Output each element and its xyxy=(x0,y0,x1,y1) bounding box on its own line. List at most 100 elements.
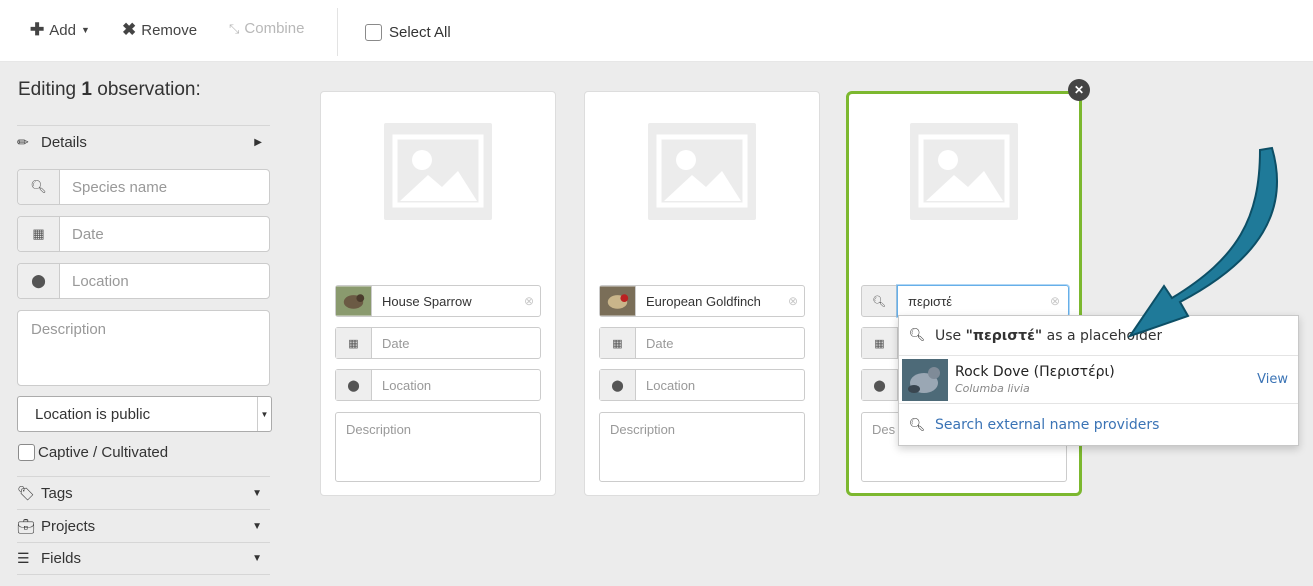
taxon-thumbnail xyxy=(902,358,948,401)
taxon-result-rock-dove[interactable]: Rock Dove (Περιστέρι) Columba livia View xyxy=(899,356,1298,404)
use-term: "περιστέ" xyxy=(965,327,1043,344)
species-field[interactable]: House Sparrow ⊗ xyxy=(335,285,541,317)
times-icon: ✖ xyxy=(122,20,137,39)
map-marker-icon: ⬤ xyxy=(18,264,60,298)
map-marker-icon: ⬤ xyxy=(336,370,372,400)
search-icon: 🔍︎ xyxy=(908,328,926,343)
description-placeholder: Description xyxy=(610,422,676,437)
use-prefix: Use xyxy=(935,327,966,344)
select-all-label: Select All xyxy=(389,24,451,41)
image-placeholder-icon xyxy=(656,134,748,208)
remove-button[interactable]: ✖ Remove xyxy=(122,20,197,40)
description-placeholder: Description xyxy=(346,422,412,437)
species-field[interactable]: European Goldfinch ⊗ xyxy=(599,285,805,317)
species-name-field[interactable]: 🔍︎ Species name xyxy=(17,169,270,205)
use-as-placeholder-option[interactable]: 🔍︎ Use "περιστέ" as a placeholder xyxy=(899,316,1298,356)
date-field[interactable]: ▦ Date xyxy=(335,327,541,359)
taxon-names: Rock Dove (Περιστέρι) Columba livia xyxy=(955,364,1115,395)
tags-section-toggle[interactable]: 🏷︎ Tags ▼ xyxy=(17,476,270,509)
clear-icon[interactable]: ⊗ xyxy=(518,286,540,316)
species-input[interactable]: House Sparrow xyxy=(372,286,518,316)
combine-button[interactable]: ⤡ Combine xyxy=(229,20,304,37)
description-textarea[interactable]: Description xyxy=(17,310,270,386)
observation-card[interactable]: House Sparrow ⊗ ▦ Date ⬤ Location Descri… xyxy=(320,91,556,496)
date-field[interactable]: ▦ Date xyxy=(599,327,805,359)
projects-label: Projects xyxy=(41,517,96,535)
select-all-checkbox[interactable] xyxy=(365,24,382,41)
caret-right-icon: ▶ xyxy=(254,136,262,148)
description-placeholder: Description xyxy=(31,321,107,338)
editing-prefix: Editing xyxy=(18,79,77,100)
photo-placeholder[interactable] xyxy=(648,123,756,220)
location-input[interactable]: Location xyxy=(60,264,269,298)
description-textarea[interactable]: Description xyxy=(599,412,805,482)
remove-label: Remove xyxy=(141,21,198,39)
image-placeholder-icon xyxy=(392,134,484,208)
species-input[interactable]: European Goldfinch xyxy=(636,286,782,316)
date-input[interactable]: Date xyxy=(60,217,269,251)
photo-placeholder[interactable] xyxy=(384,123,492,220)
location-privacy-select[interactable]: Location is public ▼ xyxy=(17,396,272,432)
species-input-value: περιστέ xyxy=(908,293,953,309)
select-all[interactable]: Select All xyxy=(365,24,451,41)
briefcase-icon: 💼︎ xyxy=(17,517,35,534)
location-field[interactable]: ⬤ Location xyxy=(335,369,541,401)
species-field[interactable]: 🔍︎ περιστέ ⊗ xyxy=(861,285,1069,317)
image-placeholder-icon xyxy=(918,134,1010,208)
species-thumbnail xyxy=(336,286,372,316)
search-icon: 🔍︎ xyxy=(861,285,897,317)
location-field[interactable]: ⬤ Location xyxy=(17,263,270,299)
plus-icon: ✚ xyxy=(30,20,45,39)
captive-label: Captive / Cultivated xyxy=(38,444,169,461)
list-icon: ☰ xyxy=(17,550,30,566)
use-suffix: as a placeholder xyxy=(1042,327,1163,344)
description-placeholder: Des xyxy=(872,422,896,437)
date-input[interactable]: Date xyxy=(636,328,804,358)
fields-section-toggle[interactable]: ☰ Fields ▼ xyxy=(17,542,270,575)
main-area: Editing 1 observation: ✏ Details ▶ 🔍︎ Sp… xyxy=(0,62,1313,586)
photo-placeholder[interactable] xyxy=(910,123,1018,220)
tags-label: Tags xyxy=(41,484,73,502)
editing-title: Editing 1 observation: xyxy=(18,79,201,101)
date-field[interactable]: ▦ Date xyxy=(17,216,270,252)
location-input[interactable]: Location xyxy=(636,370,804,400)
caret-down-icon: ▼ xyxy=(252,487,262,499)
details-section-toggle[interactable]: ✏ Details ▶ xyxy=(17,125,270,158)
editing-suffix: observation: xyxy=(97,79,201,100)
search-icon: 🔍︎ xyxy=(908,417,926,433)
map-marker-icon: ⬤ xyxy=(600,370,636,400)
species-name-input[interactable]: Species name xyxy=(60,170,269,204)
caret-down-icon: ▼ xyxy=(252,520,262,532)
observation-card[interactable]: European Goldfinch ⊗ ▦ Date ⬤ Location D… xyxy=(584,91,820,496)
fields-label: Fields xyxy=(41,550,82,567)
toolbar-divider xyxy=(337,8,338,56)
species-thumbnail xyxy=(600,286,636,316)
calendar-icon: ▦ xyxy=(336,328,372,358)
search-external-providers-option[interactable]: 🔍︎ Search external name providers xyxy=(899,404,1298,446)
search-icon: 🔍︎ xyxy=(18,170,60,204)
location-input[interactable]: Location xyxy=(372,370,540,400)
description-textarea[interactable]: Description xyxy=(335,412,541,482)
editing-count: 1 xyxy=(81,79,92,100)
select-arrow-icon: ▼ xyxy=(257,397,271,431)
map-marker-icon: ⬤ xyxy=(862,370,898,400)
toolbar: ✚ Add ▼ ✖ Remove ⤡ Combine Select All xyxy=(0,0,1313,62)
close-icon[interactable]: ✕ xyxy=(1068,79,1090,101)
captive-option[interactable]: Captive / Cultivated xyxy=(18,444,168,461)
view-link[interactable]: View xyxy=(1257,372,1288,387)
captive-checkbox[interactable] xyxy=(18,444,35,461)
species-input[interactable]: περιστέ ⊗ xyxy=(897,285,1069,317)
clear-icon[interactable]: ⊗ xyxy=(782,286,804,316)
tag-icon: 🏷︎ xyxy=(17,484,35,501)
taxon-common-name: Rock Dove (Περιστέρι) xyxy=(955,364,1115,380)
clear-icon[interactable]: ⊗ xyxy=(1050,294,1060,308)
location-field[interactable]: ⬤ Location xyxy=(599,369,805,401)
location-privacy-value: Location is public xyxy=(35,405,151,423)
taxon-scientific-name: Columba livia xyxy=(955,382,1030,395)
pencil-icon: ✏ xyxy=(17,133,29,150)
caret-down-icon: ▼ xyxy=(80,25,90,35)
date-input[interactable]: Date xyxy=(372,328,540,358)
projects-section-toggle[interactable]: 💼︎ Projects ▼ xyxy=(17,509,270,542)
add-button[interactable]: ✚ Add ▼ xyxy=(30,20,90,40)
combine-label: Combine xyxy=(244,20,305,37)
